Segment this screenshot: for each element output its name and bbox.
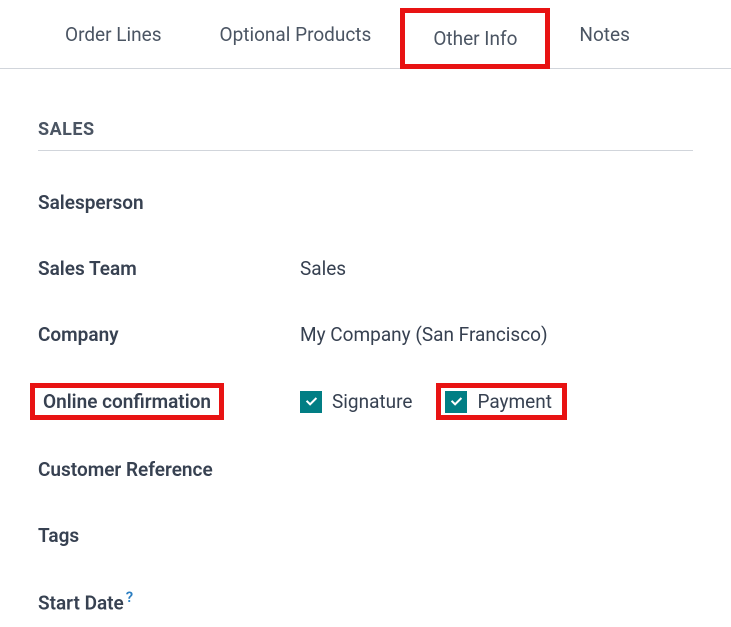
checkbox-payment[interactable] [445, 391, 467, 413]
label-start-date: Start Date? [38, 588, 300, 614]
tab-order-lines[interactable]: Order Lines [36, 8, 191, 68]
label-checkbox-payment: Payment [477, 390, 552, 413]
label-online-confirmation: Online confirmation [38, 383, 300, 420]
tab-other-info[interactable]: Other Info [400, 8, 550, 69]
tab-bar: Order Lines Optional Products Other Info… [0, 0, 731, 69]
highlight-payment: Payment [436, 383, 567, 420]
tab-optional-products[interactable]: Optional Products [191, 8, 401, 68]
label-customer-reference: Customer Reference [38, 458, 300, 481]
row-customer-reference: Customer Reference [38, 452, 693, 486]
section-sales-title: SALES [38, 119, 693, 151]
row-tags: Tags [38, 518, 693, 552]
label-checkbox-signature: Signature [332, 390, 412, 413]
checkbox-signature[interactable] [300, 391, 322, 413]
value-company[interactable]: My Company (San Francisco) [300, 323, 548, 346]
help-icon[interactable]: ? [126, 588, 133, 606]
value-sales-team[interactable]: Sales [300, 257, 346, 280]
checkbox-group-online-confirmation: Signature Payment [300, 383, 567, 420]
row-start-date: Start Date? [38, 584, 693, 618]
content-area: SALES Salesperson Sales Team Sales Compa… [0, 69, 731, 618]
label-salesperson: Salesperson [38, 191, 300, 214]
label-company: Company [38, 323, 300, 346]
row-company: Company My Company (San Francisco) [38, 317, 693, 351]
row-sales-team: Sales Team Sales [38, 251, 693, 285]
row-salesperson: Salesperson [38, 185, 693, 219]
tab-notes[interactable]: Notes [550, 8, 659, 68]
label-sales-team: Sales Team [38, 257, 300, 280]
row-online-confirmation: Online confirmation Signature Payment [38, 383, 693, 420]
label-tags: Tags [38, 524, 300, 547]
